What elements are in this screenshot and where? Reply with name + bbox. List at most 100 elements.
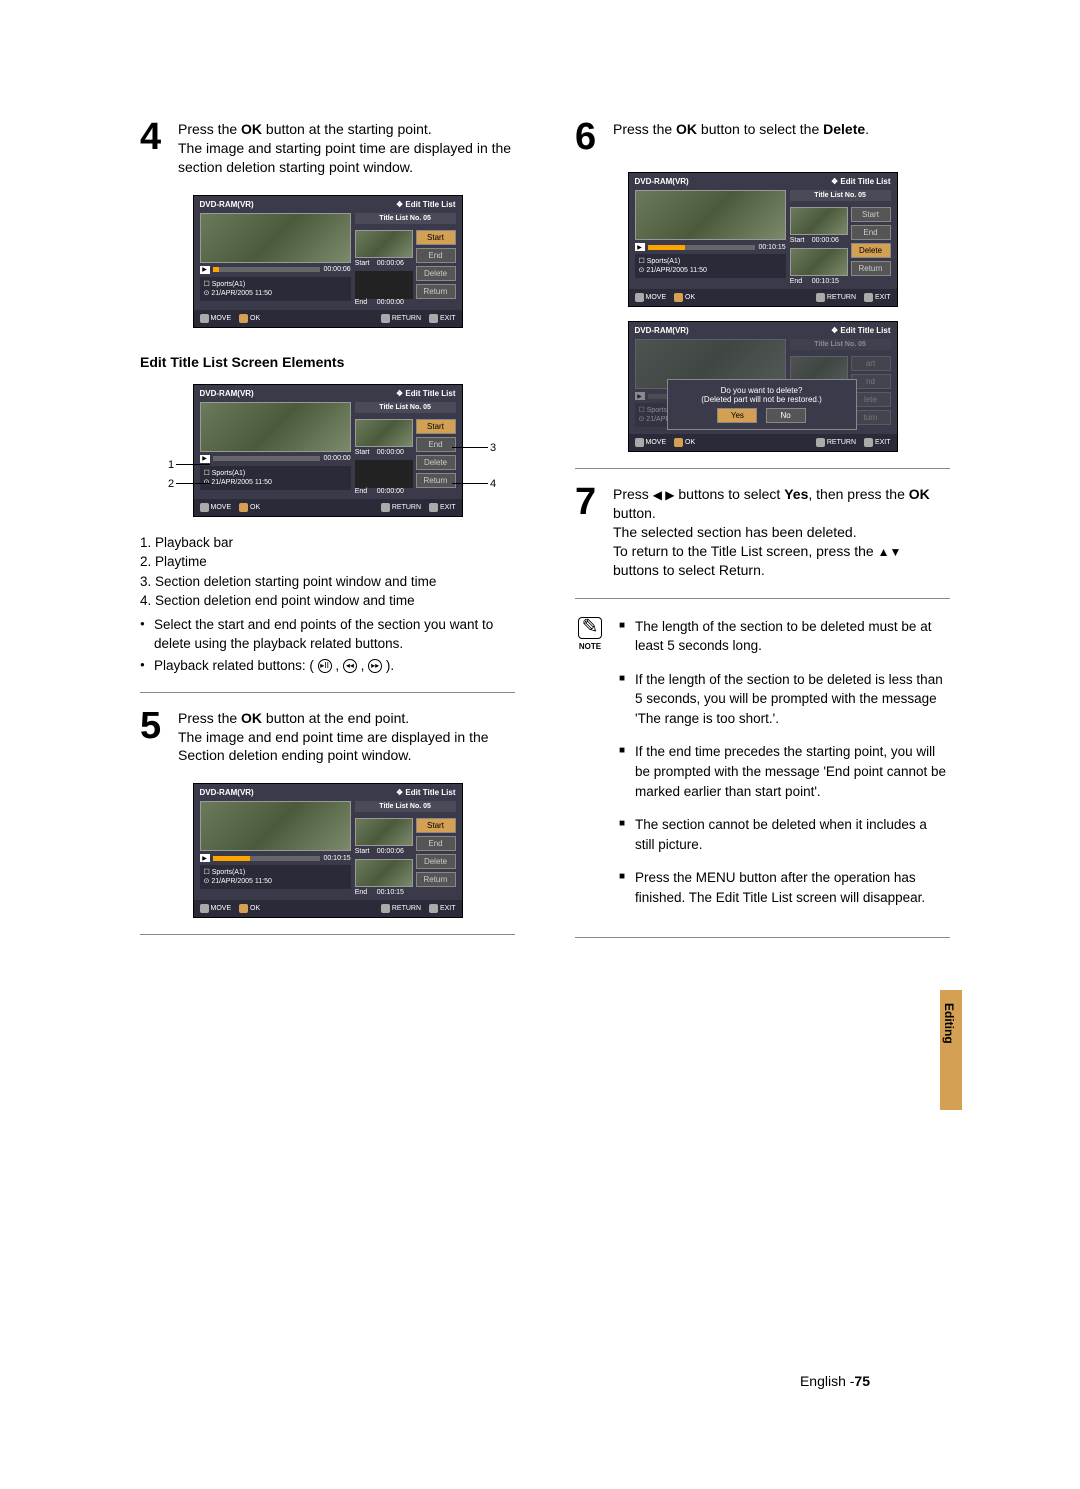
preview-thumb bbox=[200, 402, 351, 452]
t: Yes bbox=[784, 486, 808, 502]
t: EXIT bbox=[875, 439, 891, 446]
t: button to select the bbox=[697, 121, 823, 137]
osd-header-right: Edit Title List bbox=[840, 177, 890, 186]
t: 00:00:00 bbox=[377, 449, 404, 456]
end-thumb bbox=[790, 248, 848, 276]
end-thumb bbox=[355, 460, 413, 488]
playtime: 00:00:00 bbox=[323, 455, 350, 462]
step-4: 4 Press the OK button at the starting po… bbox=[140, 120, 515, 177]
up-down-arrow-icon: ▲▼ bbox=[878, 545, 902, 559]
delete-button[interactable]: Delete bbox=[416, 854, 456, 869]
page-number: 75 bbox=[854, 1373, 870, 1389]
annotated-osd: DVD-RAM(VR) ❖ Edit Title List ▶ 00:00:00 bbox=[140, 384, 515, 517]
title-info: ☐ Sports(A1) ⊙ 21/APR/2005 11:50 bbox=[200, 865, 351, 889]
end-button[interactable]: End bbox=[416, 437, 456, 452]
t: MOVE bbox=[646, 439, 667, 446]
t: Sports(A1) bbox=[647, 258, 680, 265]
t: button at the end point. bbox=[262, 710, 409, 726]
playtime: 00:10:15 bbox=[758, 244, 785, 251]
t: Select the start and end points of the s… bbox=[140, 615, 515, 654]
preview-thumb bbox=[200, 801, 351, 851]
osd-header-left: DVD-RAM(VR) bbox=[635, 326, 689, 335]
t: Press the bbox=[613, 121, 676, 137]
playback-bar: ▶ 00:00:00 bbox=[200, 455, 351, 463]
osd-footer: MOVE OK RETURN EXIT bbox=[194, 900, 462, 917]
t: EXIT bbox=[440, 315, 456, 322]
start-thumb bbox=[355, 230, 413, 258]
t: The image and starting point time are di… bbox=[178, 139, 515, 177]
forward-icon: ▸▸ bbox=[368, 659, 382, 673]
note-icon: ✎ NOTE bbox=[575, 617, 605, 922]
title-info: ☐ Sports(A1) ⊙ 21/APR/2005 11:50 bbox=[200, 277, 351, 301]
t: button. bbox=[613, 505, 656, 521]
osd-header-left: DVD-RAM(VR) bbox=[200, 788, 254, 797]
divider bbox=[575, 937, 950, 938]
no-button[interactable]: No bbox=[766, 408, 806, 423]
playback-bar: ▶ 00:10:15 bbox=[200, 854, 351, 862]
t: End bbox=[355, 889, 373, 896]
osd-screenshot-elements: DVD-RAM(VR) ❖ Edit Title List ▶ 00:00:00 bbox=[193, 384, 463, 517]
t: OK bbox=[685, 294, 695, 301]
delete-button[interactable]: Delete bbox=[416, 455, 456, 470]
playback-bar: ▶ 00:00:06 bbox=[200, 266, 351, 274]
return-button[interactable]: Return bbox=[416, 473, 456, 488]
end-button[interactable]: End bbox=[416, 836, 456, 851]
preview-thumb bbox=[635, 190, 786, 240]
osd-footer: MOVE OK RETURN EXIT bbox=[194, 499, 462, 516]
callout-3: 3 bbox=[490, 442, 496, 454]
yes-button[interactable]: Yes bbox=[717, 408, 757, 423]
t: 21/APR/2005 11:50 bbox=[646, 267, 707, 274]
start-button[interactable]: Start bbox=[416, 230, 456, 245]
t: 2. Playtime bbox=[140, 552, 515, 572]
start-button[interactable]: Start bbox=[851, 207, 891, 222]
osd-footer: MOVE OK RETURN EXIT bbox=[629, 289, 897, 306]
start-button[interactable]: Start bbox=[416, 818, 456, 833]
t: MOVE bbox=[211, 315, 232, 322]
start-thumb bbox=[790, 207, 848, 235]
t: 00:00:06 bbox=[377, 848, 404, 855]
step-number: 7 bbox=[575, 485, 605, 579]
start-thumb bbox=[355, 818, 413, 846]
title-list-no: Title List No. 05 bbox=[355, 801, 456, 812]
t: 4. Section deletion end point window and… bbox=[140, 591, 515, 611]
note-block: ✎ NOTE The length of the section to be d… bbox=[575, 617, 950, 922]
end-thumb bbox=[355, 271, 413, 299]
title-info: ☐ Sports(A1) ⊙ 21/APR/2005 11:50 bbox=[635, 254, 786, 278]
step-body: Press the OK button at the end point. Th… bbox=[178, 709, 515, 766]
play-icon: ▶ bbox=[200, 854, 210, 862]
t: MOVE bbox=[646, 294, 667, 301]
return-button[interactable]: Return bbox=[416, 284, 456, 299]
t: RETURN bbox=[392, 905, 421, 912]
end-button[interactable]: End bbox=[416, 248, 456, 263]
t: RETURN bbox=[827, 294, 856, 301]
osd-screenshot-step5: DVD-RAM(VR) ❖ Edit Title List ▶ 00:10:15… bbox=[193, 783, 463, 918]
t: OK bbox=[250, 315, 260, 322]
t: Start bbox=[355, 449, 373, 456]
t: End bbox=[790, 278, 808, 285]
t: 00:00:06 bbox=[377, 260, 404, 267]
pencil-icon: ✎ bbox=[578, 617, 602, 639]
t: 00:10:15 bbox=[812, 278, 839, 285]
t: OK bbox=[676, 121, 697, 137]
t: 1. Playback bar bbox=[140, 533, 515, 553]
start-button[interactable]: Start bbox=[416, 419, 456, 434]
t: . bbox=[865, 121, 869, 137]
preview-thumb bbox=[200, 213, 351, 263]
divider bbox=[575, 598, 950, 599]
osd-screenshot-step6: DVD-RAM(VR) ❖ Edit Title List ▶ 00:10:15… bbox=[628, 172, 898, 307]
delete-button[interactable]: Delete bbox=[416, 266, 456, 281]
end-button[interactable]: End bbox=[851, 225, 891, 240]
t: MOVE bbox=[211, 905, 232, 912]
return-button[interactable]: Return bbox=[851, 261, 891, 276]
t: OK bbox=[685, 439, 695, 446]
t: Playback related buttons: ( ▸ⅠⅠ , ◂◂ , ▸… bbox=[140, 656, 515, 676]
delete-button[interactable]: Delete bbox=[851, 243, 891, 258]
callout-2: 2 bbox=[168, 478, 174, 490]
playtime: 00:00:06 bbox=[323, 266, 350, 273]
playtime: 00:10:15 bbox=[323, 855, 350, 862]
osd-header-left: DVD-RAM(VR) bbox=[200, 389, 254, 398]
play-icon: ▶ bbox=[200, 455, 210, 463]
return-button[interactable]: Return bbox=[416, 872, 456, 887]
osd-screenshot-dialog: DVD-RAM(VR) ❖ Edit Title List ▶00:10:15 … bbox=[628, 321, 898, 452]
divider bbox=[575, 468, 950, 469]
